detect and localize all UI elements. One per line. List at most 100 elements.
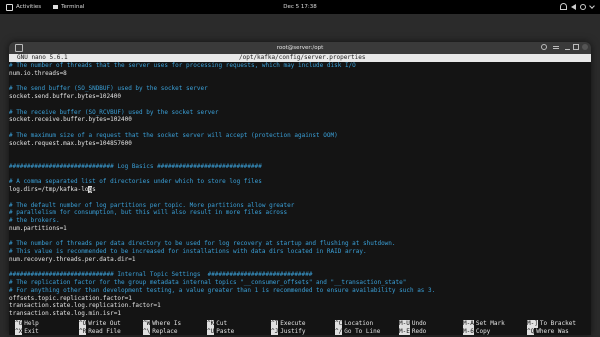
shortcut-label: Exit — [24, 328, 39, 335]
shortcut-key: ^X — [15, 328, 23, 335]
shortcut-label: Help — [24, 320, 39, 327]
menu-icon[interactable] — [553, 46, 559, 49]
terminal-content[interactable]: GNU nano 5.6.1 /opt/kafka/config/server.… — [9, 54, 591, 335]
shortcut-label: Copy — [475, 328, 491, 335]
shortcut-key: ^/ — [335, 328, 343, 335]
shortcut-label: Cut — [216, 320, 228, 327]
shortcut-label: Write Out — [88, 320, 121, 327]
shortcut-label: Location — [344, 320, 374, 327]
editor-line[interactable] — [9, 194, 591, 202]
window-titlebar[interactable]: root@server:/opt — [9, 42, 591, 54]
editor-line[interactable]: # The send buffer (SO_SNDBUF) used by th… — [9, 85, 591, 93]
shortcut-item: ^Q Where Was — [527, 328, 569, 335]
shortcut-label: To Bracket — [539, 320, 576, 327]
editor-line[interactable] — [9, 264, 591, 272]
line-text: s — [92, 186, 96, 193]
editor-line[interactable] — [9, 155, 591, 163]
shortcut-item: M-E Redo — [399, 328, 426, 335]
shortcut-key: M-U — [399, 320, 410, 328]
line-text: log.dirs=/tmp/kafka-lo — [9, 186, 89, 193]
editor-line[interactable]: socket.send.buffer.bytes=102400 — [9, 93, 591, 101]
editor-line[interactable]: # The maximum size of a request that the… — [9, 132, 591, 140]
volume-icon — [571, 3, 576, 10]
terminal-window[interactable]: root@server:/opt GNU nano 5.6.1 /opt/kaf… — [9, 42, 591, 335]
editor-line[interactable]: # For anything other than development te… — [9, 287, 591, 295]
editor-line[interactable]: ############################# Internal T… — [9, 271, 591, 279]
shortcut-key: M-A — [463, 320, 474, 328]
editor-line[interactable] — [9, 101, 591, 109]
chevron-down-icon — [589, 2, 595, 9]
editor-line[interactable] — [9, 147, 591, 155]
editor-line[interactable] — [9, 78, 591, 86]
editor-line[interactable]: transaction.state.log.min.isr=1 — [9, 310, 591, 318]
power-icon — [580, 3, 586, 10]
editor-line[interactable]: offsets.topic.replication.factor=1 — [9, 295, 591, 303]
editor-line[interactable]: # A comma separated list of directories … — [9, 178, 591, 186]
shortcut-item: ^R Read File — [79, 328, 121, 335]
shortcut-item: ^K Cut — [207, 320, 227, 328]
shortcut-key: ^C — [335, 320, 343, 328]
shortcut-label: Paste — [216, 328, 235, 335]
editor-line[interactable]: ############################# Log Basics… — [9, 163, 591, 171]
shortcut-label: Justify — [280, 328, 306, 335]
shortcut-item: ^C Location — [335, 320, 373, 328]
editor-line[interactable]: log.dirs=/tmp/kafka-logs — [9, 186, 591, 194]
system-tray[interactable] — [560, 2, 595, 10]
editor-line[interactable]: num.recovery.threads.per.data.dir=1 — [9, 256, 591, 264]
editor-line[interactable]: # The receive buffer (SO_RCVBUF) used by… — [9, 109, 591, 117]
editor-line[interactable]: num.partitions=1 — [9, 225, 591, 233]
shortcut-item: ^G Help — [15, 320, 39, 328]
editor-line[interactable] — [9, 233, 591, 241]
shortcut-label: Redo — [411, 328, 427, 335]
maximize-icon[interactable] — [573, 44, 579, 50]
shortcut-key: ^\ — [143, 328, 151, 335]
nano-header: GNU nano 5.6.1 /opt/kafka/config/server.… — [9, 54, 591, 62]
editor-line[interactable]: # The default number of log partitions p… — [9, 202, 591, 210]
shortcut-key: ^R — [79, 328, 87, 335]
shortcut-label: Replace — [152, 328, 178, 335]
editor-line[interactable]: # This value is recommended to be increa… — [9, 248, 591, 256]
activities-icon — [6, 3, 13, 11]
shortcut-key: ^Q — [527, 328, 535, 335]
editor-line[interactable]: socket.request.max.bytes=104857600 — [9, 140, 591, 148]
shortcut-item: ^W Where Is — [143, 320, 181, 328]
shortcut-key: M-E — [399, 328, 410, 335]
shortcut-key: ^G — [15, 320, 23, 328]
activities-button[interactable]: Activities — [6, 3, 41, 11]
system-top-bar: Activities Terminal Dec 5 17:38 — [0, 0, 600, 14]
shortcut-label: Undo — [411, 320, 427, 327]
shortcut-key: ^W — [143, 320, 151, 328]
editor-line[interactable]: # parallelism for consumption, but this … — [9, 209, 591, 217]
shortcut-label: Where Was — [536, 328, 569, 335]
editor-line[interactable]: # The number of threads that the server … — [9, 62, 591, 70]
editor-line[interactable]: transaction.state.log.replication.factor… — [9, 302, 591, 310]
nano-version: GNU nano 5.6.1 — [17, 54, 68, 61]
shortcut-label: Where Is — [152, 320, 182, 327]
shortcut-item: ^T Execute — [271, 320, 306, 328]
shortcut-item: ^U Paste — [207, 328, 234, 335]
editor-line[interactable]: # The replication factor for the group m… — [9, 279, 591, 287]
editor-buffer[interactable]: # The number of threads that the server … — [9, 62, 591, 318]
shortcut-item: ^O Write Out — [79, 320, 121, 328]
shortcut-label: Set Mark — [475, 320, 505, 327]
editor-line[interactable]: # The number of threads per data directo… — [9, 240, 591, 248]
shortcut-item: M-6 Copy — [463, 328, 490, 335]
shortcut-item: M-] To Bracket — [527, 320, 576, 328]
search-icon[interactable] — [541, 44, 547, 50]
shortcut-item: M-A Set Mark — [463, 320, 505, 328]
editor-line[interactable] — [9, 124, 591, 132]
shortcut-key: ^K — [207, 320, 215, 328]
file-path: /opt/kafka/config/server.properties — [239, 54, 366, 61]
editor-line[interactable]: # the brokers. — [9, 217, 591, 225]
shortcut-key: ^J — [271, 328, 279, 335]
editor-line[interactable]: num.io.threads=8 — [9, 70, 591, 78]
editor-line[interactable]: socket.receive.buffer.bytes=102400 — [9, 116, 591, 124]
minimize-icon[interactable] — [565, 49, 570, 50]
shortcut-key: M-] — [527, 320, 538, 328]
shortcut-label: Go To Line — [344, 328, 381, 335]
close-icon[interactable] — [582, 44, 588, 50]
shortcut-key: ^U — [207, 328, 215, 335]
shortcut-label: Execute — [280, 320, 306, 327]
editor-line[interactable] — [9, 171, 591, 179]
app-menu-terminal[interactable]: Terminal — [53, 4, 84, 10]
